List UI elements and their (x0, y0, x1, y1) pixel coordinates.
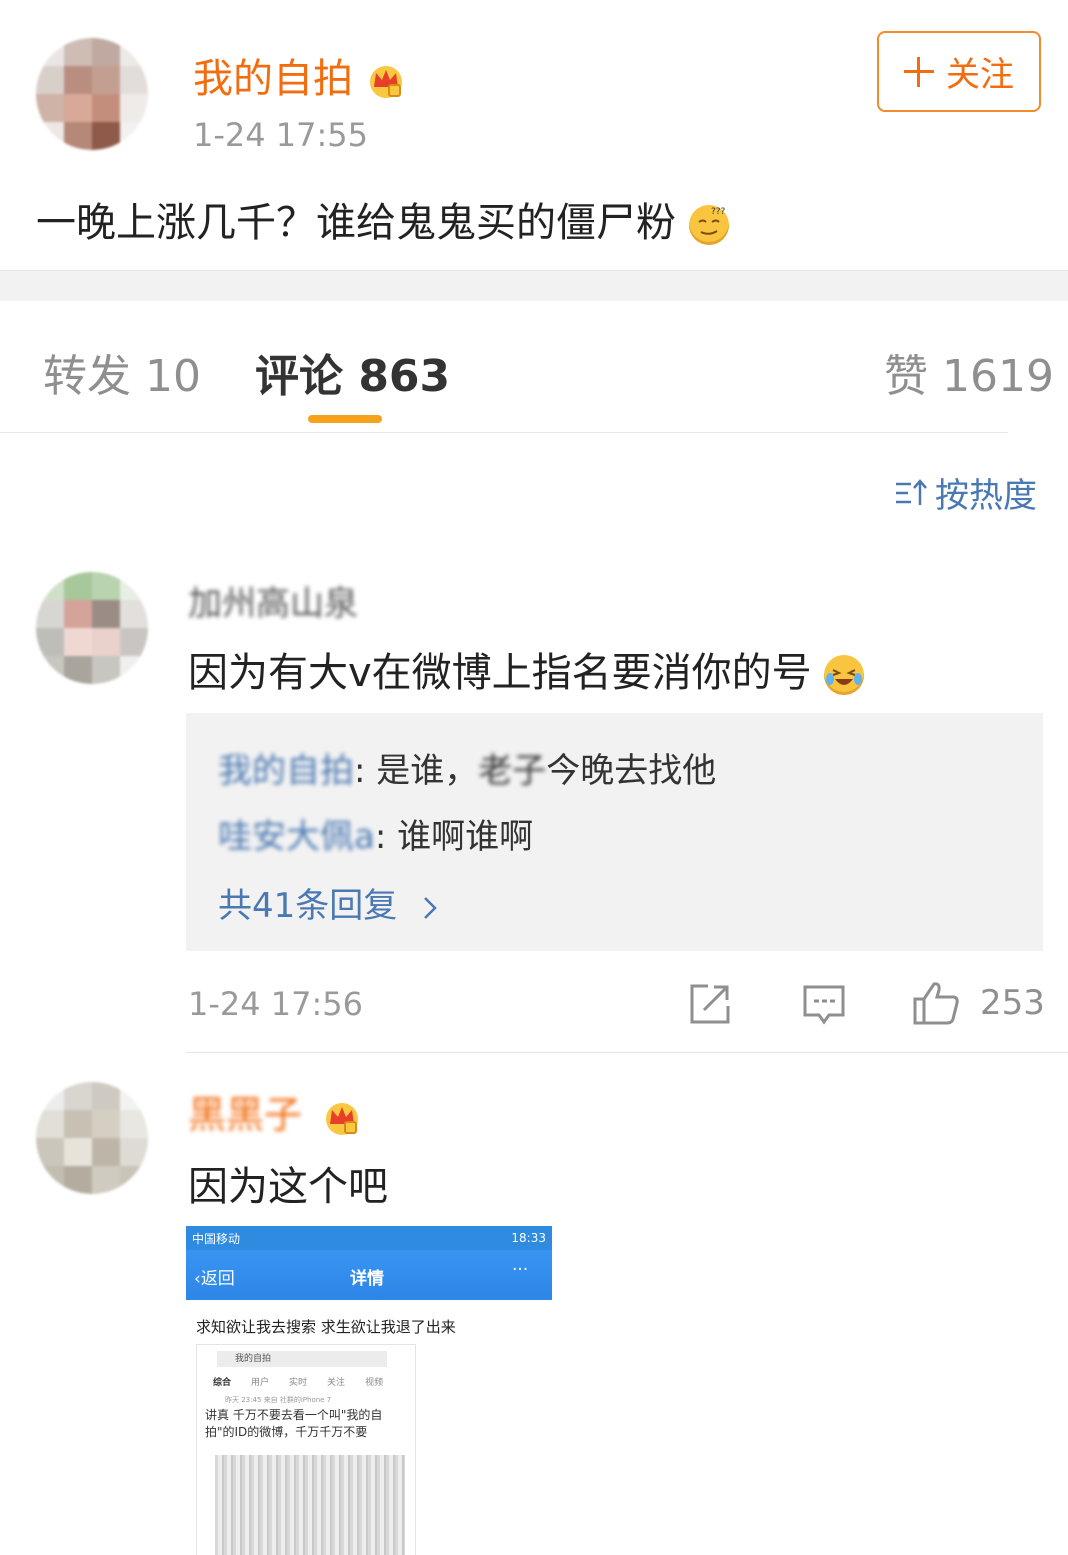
image-status-bar: 中国移动 18:33 (186, 1226, 552, 1250)
active-tab-indicator (308, 415, 382, 423)
image-tab: 综合 (213, 1378, 232, 1388)
reply-comment-icon[interactable] (802, 984, 846, 1026)
dizzy-face-emoji-icon: ??? (688, 205, 729, 245)
comment-body: 因为有大v在微博上指名要消你的号 (188, 640, 865, 698)
image-back-label: 返回 (200, 1269, 235, 1289)
tab-likes[interactable]: 赞 1619 (884, 340, 1054, 404)
reply-text-tail: 今晚去找他 (546, 751, 717, 791)
reply-preview-box[interactable]: 我的自拍: 是谁，老子今晚去找他 哇安大佩a: 谁啊谁啊 共41条回复 (186, 713, 1043, 951)
image-search-text: 我的自拍 (235, 1354, 272, 1364)
image-nav-bar: ‹返回 详情 ··· (186, 1250, 552, 1300)
tabs-divider (0, 432, 1008, 433)
section-gap (0, 270, 1068, 301)
image-nav-title: 详情 (350, 1269, 384, 1289)
share-icon[interactable] (688, 982, 732, 1026)
like-count: 253 (980, 983, 1045, 1023)
follow-label: 关注 (946, 55, 1014, 95)
plus-icon (904, 56, 934, 87)
tab-comments[interactable]: 评论 863 (255, 340, 450, 404)
commenter-avatar[interactable] (36, 572, 148, 684)
meme-face-image (215, 1455, 405, 1555)
author-avatar[interactable] (36, 38, 148, 150)
author-name[interactable]: 我的自拍 (193, 56, 353, 102)
comment-text: 因为有大v在微博上指名要消你的号 (188, 650, 812, 696)
comment-time: 1-24 17:56 (188, 985, 364, 1023)
sort-icon (896, 478, 927, 505)
image-clock: 18:33 (511, 1231, 546, 1245)
view-all-replies-label: 共41条回复 (218, 886, 398, 926)
follow-button[interactable]: 关注 (877, 31, 1041, 112)
view-all-replies-link[interactable]: 共41条回复 (218, 878, 442, 927)
reply-text: : 是谁， (354, 751, 479, 791)
image-tab: 实时 (289, 1378, 308, 1388)
image-tab: 视频 (365, 1378, 384, 1388)
author-name-row: 我的自拍 (193, 46, 406, 104)
more-dots-icon: ··· (512, 1260, 529, 1280)
commenter-name[interactable]: 黑黑子 (188, 1093, 302, 1137)
image-inner-screenshot: 我的自拍 综合 用户 实时 关注 视频 昨天 23:45 来自 社群的iPhon… (196, 1344, 416, 1555)
vip-crown-icon (326, 1102, 359, 1135)
image-tabs: 综合 用户 实时 关注 视频 (213, 1375, 383, 1388)
back-chevron-icon: ‹ (194, 1269, 201, 1289)
image-meta: 昨天 23:45 来自 社群的iPhone 7 (225, 1396, 332, 1404)
post-time: 1-24 17:55 (193, 116, 369, 154)
reply-text-blurred: 老子 (478, 751, 547, 791)
image-inner-text: 讲真 千万不要去看一个叫"我的自拍"的ID的微博，千万千万不要 (205, 1408, 383, 1439)
reply-item: 我的自拍: 是谁，老子今晚去找他 (218, 743, 716, 792)
vip-crown-icon (369, 66, 402, 98)
comment-divider (186, 1052, 1068, 1053)
commenter-name-row: 黑黑子 (188, 1084, 362, 1139)
sort-label: 按热度 (935, 476, 1037, 516)
reply-text: : 谁啊谁啊 (374, 817, 534, 857)
post-content: 一晚上涨几千？谁给鬼鬼买的僵尸粉 ??? (36, 190, 729, 248)
chevron-right-icon (424, 896, 437, 919)
reply-author[interactable]: 我的自拍 (218, 751, 354, 791)
post-text: 一晚上涨几千？谁给鬼鬼买的僵尸粉 (36, 200, 676, 246)
tab-repost[interactable]: 转发 10 (43, 340, 201, 404)
image-search-box: 我的自拍 (217, 1351, 387, 1367)
commenter-avatar[interactable] (36, 1082, 148, 1194)
image-carrier: 中国移动 (192, 1231, 241, 1246)
reply-item: 哇安大佩a: 谁啊谁啊 (218, 809, 533, 858)
comment-text: 因为这个吧 (188, 1164, 388, 1210)
reply-author[interactable]: 哇安大佩a (218, 817, 375, 857)
laughing-crying-emoji-icon (824, 655, 865, 695)
comment-image[interactable]: 中国移动 18:33 ‹返回 详情 ··· 求知欲让我去搜索 求生欲让我退了出来… (186, 1226, 552, 1555)
image-tab: 关注 (327, 1378, 346, 1388)
image-tab: 用户 (251, 1378, 270, 1388)
thumbs-up-icon (913, 982, 959, 1025)
sort-by-heat-button[interactable]: 按热度 (895, 468, 1037, 517)
image-caption: 求知欲让我去搜索 求生欲让我退了出来 (196, 1318, 456, 1336)
like-button[interactable]: 253 (912, 980, 1045, 1026)
image-back: ‹返回 (194, 1264, 235, 1289)
commenter-name[interactable]: 加州高山泉 (188, 576, 358, 625)
svg-text:???: ??? (711, 207, 726, 217)
